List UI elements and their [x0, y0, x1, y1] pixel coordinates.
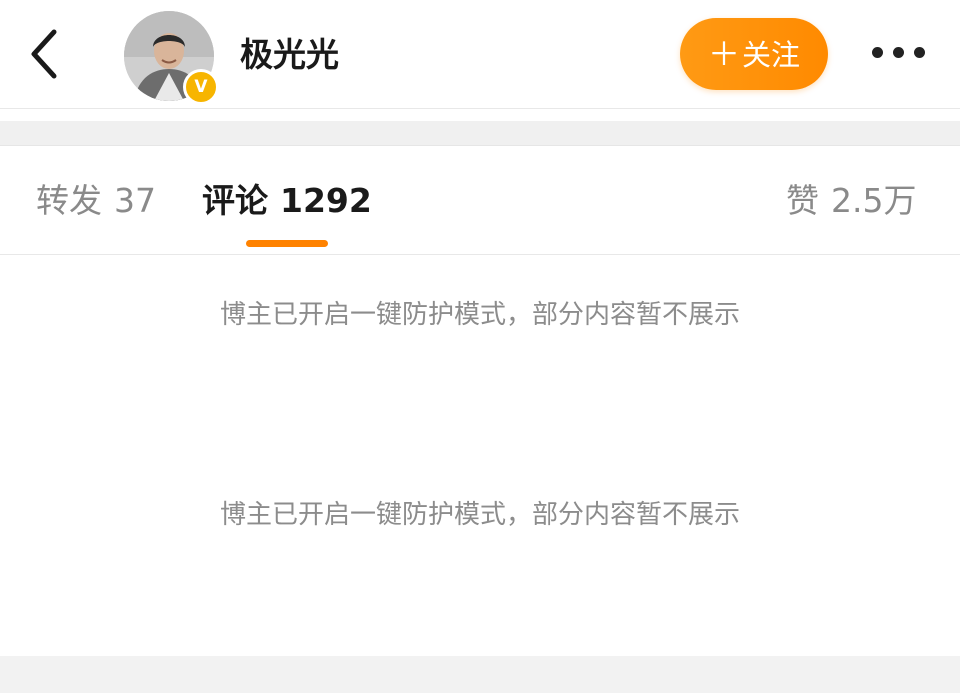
active-tab-indicator [246, 240, 328, 247]
interaction-tabs: 转发 37 评论 1292 赞 2.5万 [0, 146, 960, 255]
ellipsis-dot [914, 47, 925, 58]
ellipsis-dot [872, 47, 883, 58]
tab-comment[interactable]: 评论 1292 [202, 180, 372, 222]
tab-comment-count: 1292 [280, 181, 372, 220]
post-detail-page: V 极光光 ＋关注 转发 37 评论 1292 赞 2.5万 博主已开启一键防护模式，… [0, 0, 960, 693]
plus-icon: ＋ [707, 35, 740, 73]
protection-notice: 博主已开启一键防护模式，部分内容暂不展示 [219, 500, 740, 530]
chevron-left-icon [31, 29, 57, 79]
tab-repost-count: 37 [114, 181, 156, 220]
top-bar: V 极光光 ＋关注 [0, 0, 960, 109]
tab-like[interactable]: 赞 2.5万 [786, 180, 916, 222]
author-avatar[interactable]: V [124, 11, 219, 105]
follow-label: 关注 [742, 38, 801, 72]
tab-repost-label: 转发 [36, 181, 102, 220]
back-button[interactable] [22, 28, 70, 80]
protection-notice: 博主已开启一键防护模式，部分内容暂不展示 [219, 300, 740, 330]
tab-comment-label: 评论 [202, 181, 268, 220]
follow-button[interactable]: ＋关注 [680, 18, 828, 90]
tab-repost[interactable]: 转发 37 [36, 180, 156, 222]
tab-like-count: 2.5万 [831, 181, 917, 220]
section-divider [0, 121, 960, 146]
more-options-button[interactable] [866, 38, 930, 68]
author-name[interactable]: 极光光 [240, 34, 339, 76]
tab-like-label: 赞 [786, 181, 819, 220]
bottom-divider [0, 656, 960, 693]
ellipsis-dot [893, 47, 904, 58]
verified-badge-icon: V [183, 69, 219, 105]
